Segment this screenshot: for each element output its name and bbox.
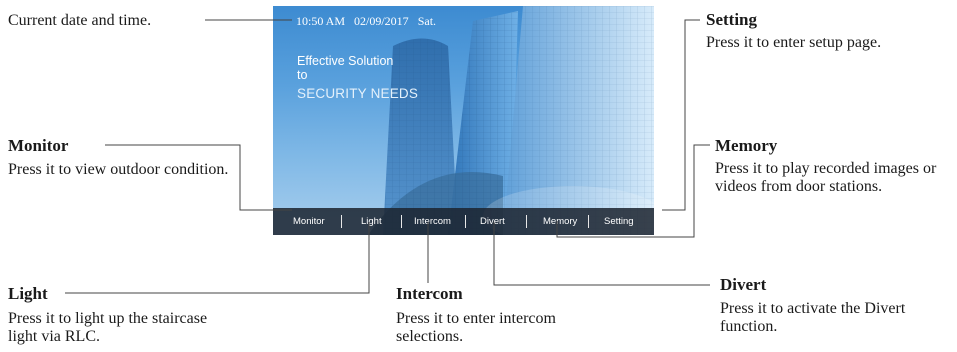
leader-light — [65, 222, 370, 294]
callout-memory-desc: Press it to play recorded images or vide… — [715, 160, 937, 195]
callout-divert-desc: Press it to activate the Divert function… — [720, 300, 906, 335]
leader-divert — [493, 222, 710, 286]
callout-datetime: Current date and time. — [8, 12, 152, 29]
callout-setting-title: Setting — [706, 10, 757, 29]
callout-memory-title: Memory — [715, 136, 778, 155]
callout-monitor-title: Monitor — [8, 136, 69, 155]
callout-divert-title: Divert — [720, 275, 767, 294]
callout-light-title: Light — [8, 284, 48, 303]
callout-setting-desc: Press it to enter setup page. — [706, 34, 882, 51]
callout-monitor-desc: Press it to view outdoor condition. — [8, 161, 229, 178]
callout-intercom-desc: Press it to enter intercom selections. — [396, 310, 556, 345]
callout-light-desc: Press it to light up the staircase light… — [8, 310, 208, 345]
callout-intercom-title: Intercom — [396, 284, 463, 303]
leader-memory — [556, 144, 710, 238]
